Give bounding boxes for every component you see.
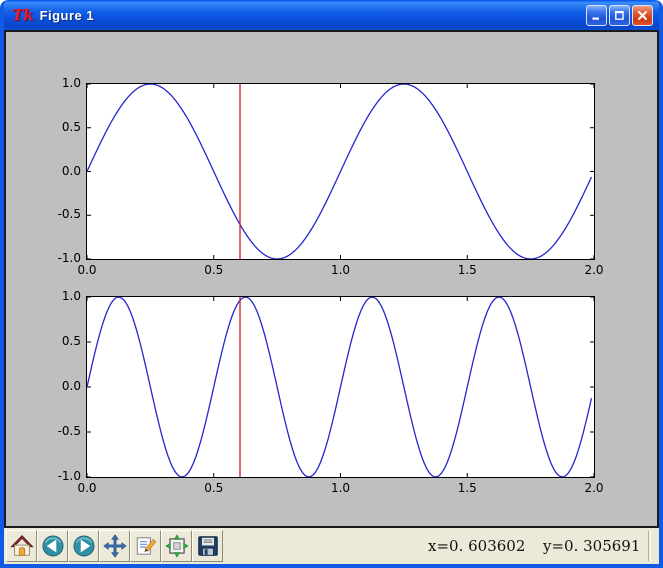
subplots-icon <box>164 534 189 558</box>
close-button[interactable] <box>632 4 653 26</box>
window-controls <box>586 4 653 26</box>
save-button[interactable] <box>192 530 223 562</box>
x-tick-label: 2.0 <box>584 481 604 495</box>
back-icon <box>42 535 63 557</box>
toolbar: x=0. 603602 y=0. 305691 <box>4 528 659 564</box>
forward-button[interactable] <box>68 530 99 562</box>
toolbar-separator <box>648 531 651 561</box>
x-tick-label: 1.5 <box>457 481 477 495</box>
pan-icon <box>102 534 127 558</box>
y-tick-label: 0.0 <box>61 379 81 393</box>
top-subplot[interactable]: 0.0 0.5 1.0 1.5 2.0 1.0 0.5 0.0 -0.5 -1.0 <box>58 76 604 277</box>
status-x: x=0. 603602 <box>428 537 526 555</box>
forward-icon <box>73 535 94 557</box>
maximize-button[interactable] <box>609 4 630 26</box>
zoom-rect-icon <box>136 537 156 555</box>
plot-area[interactable] <box>87 297 594 477</box>
home-icon <box>9 535 34 556</box>
subplots-button[interactable] <box>161 530 192 562</box>
sine-curve <box>87 84 593 259</box>
figure-window: Tk Figure 1 0.0 0.5 1.0 1.5 2.0 1.0 0.5 0. <box>0 0 663 568</box>
bottom-subplot[interactable]: 0.0 0.5 1.0 1.5 2.0 1.0 0.5 0.0 -0.5 -1.0 <box>58 289 604 495</box>
window-title: Figure 1 <box>39 7 95 23</box>
x-tick-label: 1.5 <box>457 263 477 277</box>
maximize-icon <box>615 10 624 20</box>
y-tick-label: 0.0 <box>61 163 81 178</box>
y-tick-label: -1.0 <box>57 469 81 483</box>
status-y: y=0. 305691 <box>543 537 641 555</box>
x-tick-label: 0.5 <box>204 481 224 495</box>
y-tick-label: 1.0 <box>61 76 81 90</box>
y-tick-label: -0.5 <box>57 424 81 438</box>
figure-canvas[interactable]: 0.0 0.5 1.0 1.5 2.0 1.0 0.5 0.0 -0.5 -1.0 0.0 0.5 1… <box>4 30 659 528</box>
sine-curve <box>87 297 593 477</box>
y-tick-label: 0.5 <box>61 334 81 348</box>
plot-area[interactable] <box>87 84 594 259</box>
x-tick-label: 0.0 <box>77 481 97 495</box>
y-tick-label: -0.5 <box>57 207 81 222</box>
x-tick-label: 1.0 <box>330 481 351 495</box>
title-bar[interactable]: Tk Figure 1 <box>4 0 659 30</box>
y-tick-label: -1.0 <box>57 251 81 265</box>
x-tick-label: 0.5 <box>204 263 224 277</box>
y-tick-label: 1.0 <box>61 289 81 303</box>
minimize-icon <box>592 17 599 20</box>
close-icon <box>638 10 647 20</box>
home-button[interactable] <box>6 530 37 562</box>
save-icon <box>197 536 218 556</box>
y-tick-label: 0.5 <box>61 119 81 134</box>
tk-icon: Tk <box>12 5 34 24</box>
back-button[interactable] <box>37 530 68 562</box>
x-tick-label: 1.0 <box>330 263 351 277</box>
x-tick-label: 2.0 <box>584 263 604 277</box>
pan-button[interactable] <box>99 530 130 562</box>
x-tick-label: 0.0 <box>77 263 97 277</box>
zoom-button[interactable] <box>130 530 161 562</box>
minimize-button[interactable] <box>586 4 607 26</box>
